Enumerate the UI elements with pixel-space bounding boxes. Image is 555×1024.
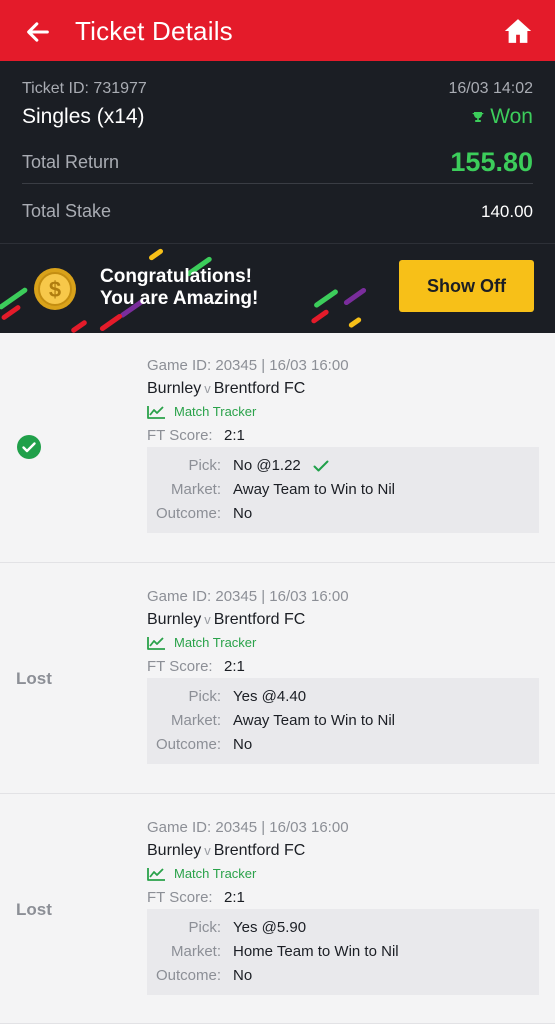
match-tracker-label: Match Tracker — [174, 404, 257, 419]
away-team: Brentford FC — [213, 611, 306, 628]
match-teams: Burnley v Brentford FC — [147, 842, 305, 860]
pick-value: Yes @4.40 — [233, 688, 307, 705]
pick-text: No @1.22 — [233, 457, 301, 474]
versus: v — [204, 612, 211, 627]
summary-divider — [22, 183, 533, 184]
coin-icon: $ — [34, 268, 76, 310]
ft-score-label: FT Score: — [147, 658, 213, 675]
versus: v — [204, 843, 211, 858]
outcome-label: Outcome: — [155, 736, 221, 753]
ticket-status: Won — [472, 105, 533, 129]
bet-card: Lost Game ID: 20345 | 16/03 16:00 Burnle… — [0, 795, 555, 1024]
ft-score-value: 2:1 — [224, 427, 245, 444]
match-teams: Burnley v Brentford FC — [147, 380, 305, 398]
market-label: Market: — [170, 712, 221, 729]
bet-result-label: Lost — [16, 900, 52, 919]
banner-line-2: You are Amazing! — [100, 288, 259, 309]
check-circle-icon — [17, 435, 41, 459]
total-stake-value: 140.00 — [481, 202, 533, 221]
match-tracker-link[interactable]: Match Tracker — [147, 635, 256, 650]
total-return-label: Total Return — [22, 152, 120, 172]
decor-streak — [347, 316, 363, 329]
match-tracker-link[interactable]: Match Tracker — [147, 404, 256, 419]
ticket-datetime: 16/03 14:02 — [448, 80, 533, 97]
market-value: Away Team to Win to Nil — [233, 481, 396, 498]
congrats-banner: $ Congratulations! You are Amazing! Show… — [0, 243, 555, 333]
market-value: Away Team to Win to Nil — [233, 712, 396, 729]
market-label: Market: — [170, 481, 221, 498]
svg-text:$: $ — [49, 277, 61, 302]
outcome-value: No — [233, 967, 253, 984]
match-teams: Burnley v Brentford FC — [147, 611, 305, 629]
banner-line-1: Congratulations! — [100, 266, 252, 287]
market-value: Home Team to Win to Nil — [233, 943, 399, 960]
page-title: Ticket Details — [75, 16, 233, 46]
game-id: Game ID: 20345 | 16/03 16:00 — [147, 588, 349, 605]
match-tracker-link[interactable]: Match Tracker — [147, 866, 256, 881]
back-arrow-icon[interactable] — [24, 18, 52, 46]
bet-card: Lost Game ID: 20345 | 16/03 16:00 Burnle… — [0, 564, 555, 794]
bet-detail-box: Pick: No @1.22 Market: Away Team to Win … — [147, 447, 539, 533]
match-tracker-label: Match Tracker — [174, 866, 257, 881]
chart-line-icon — [147, 405, 165, 419]
banner-message: Congratulations! You are Amazing! — [100, 266, 258, 310]
pick-label: Pick: — [188, 919, 221, 936]
status-label: Won — [490, 105, 533, 128]
chart-line-icon — [147, 636, 165, 650]
pick-label: Pick: — [188, 688, 221, 705]
outcome-label: Outcome: — [155, 505, 221, 522]
game-id: Game ID: 20345 | 16/03 16:00 — [147, 357, 349, 374]
match-tracker-label: Match Tracker — [174, 635, 257, 650]
show-off-button[interactable]: Show Off — [399, 260, 534, 312]
home-team: Burnley — [147, 842, 202, 859]
decor-streak — [148, 247, 164, 262]
game-id: Game ID: 20345 | 16/03 16:00 — [147, 819, 349, 836]
home-team: Burnley — [147, 380, 202, 397]
total-stake-label: Total Stake — [22, 201, 112, 221]
trophy-icon — [472, 112, 484, 122]
bet-detail-box: Pick: Yes @5.90 Market: Home Team to Win… — [147, 909, 539, 995]
outcome-value: No — [233, 736, 253, 753]
home-team: Burnley — [147, 611, 202, 628]
market-label: Market: — [170, 943, 221, 960]
ft-score-value: 2:1 — [224, 658, 245, 675]
chart-line-icon — [147, 867, 165, 881]
away-team: Brentford FC — [213, 842, 306, 859]
decor-streak — [342, 286, 368, 307]
app-header: Ticket Details — [0, 0, 555, 61]
decor-streak — [310, 308, 330, 325]
check-icon — [313, 460, 329, 472]
total-return-value: 155.80 — [450, 147, 533, 177]
bet-result-label: Lost — [16, 669, 52, 688]
decor-streak — [98, 312, 124, 333]
pick-value: Yes @5.90 — [233, 919, 307, 936]
bet-card: Game ID: 20345 | 16/03 16:00 Burnley v Bre… — [0, 333, 555, 563]
bet-detail-box: Pick: Yes @4.40 Market: Away Team to Win… — [147, 678, 539, 764]
away-team: Brentford FC — [213, 380, 306, 397]
ft-score-label: FT Score: — [147, 889, 213, 906]
ft-score-label: FT Score: — [147, 427, 213, 444]
outcome-label: Outcome: — [155, 967, 221, 984]
decor-streak — [70, 319, 88, 333]
decor-streak — [313, 288, 339, 309]
home-icon[interactable] — [503, 16, 533, 46]
ft-score-value: 2:1 — [224, 889, 245, 906]
bet-type: Singles (x14) — [22, 105, 145, 128]
ticket-summary: Ticket ID: 731977 16/03 14:02 Singles (x… — [0, 61, 555, 243]
pick-label: Pick: — [188, 457, 221, 474]
pick-value: No @1.22 — [233, 457, 329, 474]
outcome-value: No — [233, 505, 253, 522]
ticket-id: Ticket ID: 731977 — [22, 80, 147, 97]
versus: v — [204, 381, 211, 396]
